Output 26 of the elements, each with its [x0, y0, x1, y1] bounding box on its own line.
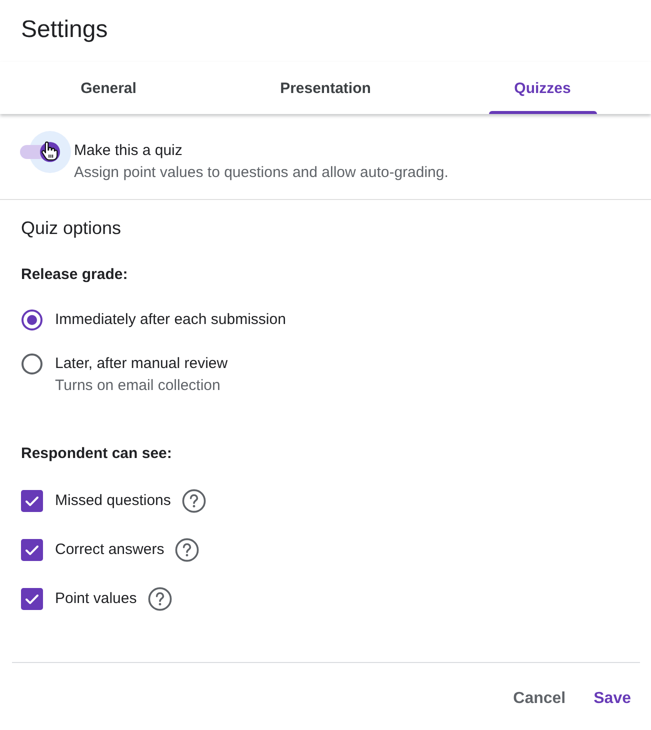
tab[interactable]: Presentation	[217, 62, 434, 114]
section-heading: Quiz options	[21, 217, 122, 240]
checkbox[interactable]	[21, 490, 43, 512]
hand-cursor-icon	[41, 141, 58, 161]
checkbox[interactable]	[21, 588, 43, 610]
help-icon[interactable]	[148, 587, 172, 611]
cancel-button[interactable]: Cancel	[505, 681, 574, 717]
group-label: Release grade:	[21, 265, 128, 285]
option-label: Correct answers	[55, 540, 164, 560]
tab[interactable]: Quizzes	[434, 62, 651, 114]
radio-button[interactable]	[21, 353, 43, 375]
option-label: Immediately after each submission	[55, 310, 286, 330]
group-label: Respondent can see:	[21, 444, 172, 464]
option-label: Missed questions	[55, 491, 171, 511]
help-icon[interactable]	[175, 538, 200, 562]
toggle-description: Assign point values to questions and allow auto-grading.	[74, 163, 448, 183]
save-button[interactable]: Save	[586, 681, 639, 717]
tab[interactable]: General	[0, 62, 217, 114]
option-label: Point values	[55, 589, 137, 609]
help-icon[interactable]	[182, 489, 206, 513]
checkbox[interactable]	[21, 539, 43, 561]
dialog-title: Settings	[21, 16, 108, 44]
option-note: Turns on email collection	[55, 376, 222, 396]
toggle-label: Make this a quiz	[74, 141, 184, 161]
radio-button[interactable]	[21, 309, 43, 331]
option-label: Later, after manual review	[55, 354, 228, 374]
